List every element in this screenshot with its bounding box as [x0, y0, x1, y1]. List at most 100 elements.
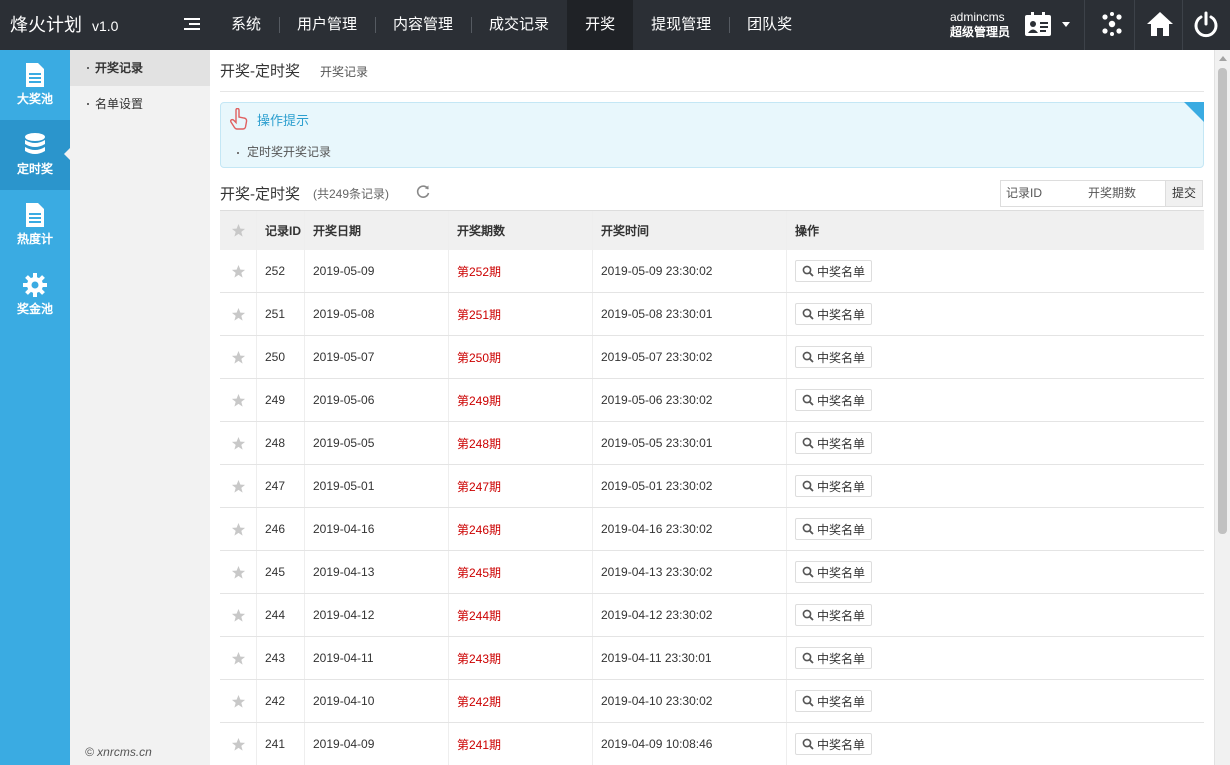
winner-list-button[interactable]: 中奖名单: [795, 647, 873, 669]
star-icon[interactable]: [231, 307, 246, 322]
table-row[interactable]: 248 2019-05-05 第248期 2019-05-05 23:30:01…: [220, 422, 1204, 465]
star-icon: [231, 223, 245, 237]
period-input[interactable]: 开奖期数: [1083, 181, 1165, 206]
nav-content-management[interactable]: 内容管理: [375, 0, 471, 50]
nav-transactions[interactable]: 成交记录: [471, 0, 567, 50]
table-row[interactable]: 249 2019-05-06 第249期 2019-05-06 23:30:02…: [220, 379, 1204, 422]
search-icon: [802, 566, 814, 578]
search-icon: [802, 695, 814, 707]
user-info[interactable]: admincms 超级管理员: [950, 10, 1010, 40]
winner-list-button[interactable]: 中奖名单: [795, 733, 873, 755]
gear-icon: [23, 273, 47, 297]
nav-user-management[interactable]: 用户管理: [279, 0, 375, 50]
winner-list-button[interactable]: 中奖名单: [795, 475, 873, 497]
search-bar: 记录ID 开奖期数 提交: [1000, 180, 1203, 207]
star-cell[interactable]: [220, 723, 257, 765]
star-icon[interactable]: [231, 737, 246, 752]
table-row[interactable]: 243 2019-04-11 第243期 2019-04-11 23:30:01…: [220, 637, 1204, 680]
star-cell[interactable]: [220, 594, 257, 636]
scroll-up-arrow[interactable]: [1219, 56, 1227, 61]
winner-list-button[interactable]: 中奖名单: [795, 389, 873, 411]
submit-button[interactable]: 提交: [1165, 181, 1202, 206]
table-row[interactable]: 251 2019-05-08 第251期 2019-05-08 23:30:01…: [220, 293, 1204, 336]
star-icon[interactable]: [231, 608, 246, 623]
winner-list-button[interactable]: 中奖名单: [795, 303, 873, 325]
cell-id: 249: [257, 379, 305, 421]
winner-list-button[interactable]: 中奖名单: [795, 561, 873, 583]
chevron-down-icon[interactable]: [1062, 22, 1070, 27]
search-icon: [802, 437, 814, 449]
table-header: 记录ID 开奖日期 开奖期数 开奖时间 操作: [220, 210, 1204, 250]
star-cell[interactable]: [220, 508, 257, 550]
winner-list-button[interactable]: 中奖名单: [795, 432, 873, 454]
nav-lottery[interactable]: 开奖: [567, 0, 634, 50]
star-cell[interactable]: [220, 551, 257, 593]
star-cell[interactable]: [220, 336, 257, 378]
table-row[interactable]: 242 2019-04-10 第242期 2019-04-10 23:30:02…: [220, 680, 1204, 723]
column-header-time[interactable]: 开奖时间: [593, 211, 787, 250]
nav-withdrawals[interactable]: 提现管理: [633, 0, 729, 50]
home-icon[interactable]: [1146, 10, 1174, 38]
table-row[interactable]: 250 2019-05-07 第250期 2019-05-07 23:30:02…: [220, 336, 1204, 379]
star-icon[interactable]: [231, 694, 246, 709]
table-row[interactable]: 244 2019-04-12 第244期 2019-04-12 23:30:02…: [220, 594, 1204, 637]
sidebar-item-bonus-pool[interactable]: 奖金池: [0, 260, 70, 330]
winner-list-button[interactable]: 中奖名单: [795, 346, 873, 368]
table-row[interactable]: 246 2019-04-16 第246期 2019-04-16 23:30:02…: [220, 508, 1204, 551]
star-cell[interactable]: [220, 293, 257, 335]
column-header-id[interactable]: 记录ID: [257, 211, 305, 250]
main-content: 开奖-定时奖 开奖记录 操作提示 定时奖开奖记录 开奖-定时奖 (共249条记录…: [210, 50, 1214, 765]
user-role: 超级管理员: [950, 25, 1011, 39]
nav-system[interactable]: 系统: [213, 0, 279, 50]
star-icon[interactable]: [231, 350, 246, 365]
top-nav: 系统 用户管理 内容管理 成交记录 开奖 提现管理 团队奖: [213, 0, 810, 50]
header-star-cell[interactable]: [220, 211, 257, 250]
column-header-period[interactable]: 开奖期数: [449, 211, 593, 250]
star-icon[interactable]: [231, 522, 246, 537]
star-cell[interactable]: [220, 465, 257, 507]
star-icon[interactable]: [231, 651, 246, 666]
tips-corner-fold[interactable]: [1184, 102, 1204, 122]
winner-list-button[interactable]: 中奖名单: [795, 260, 873, 282]
winner-list-button[interactable]: 中奖名单: [795, 518, 873, 540]
record-id-input[interactable]: 记录ID: [1001, 181, 1083, 206]
app-version: v1.0: [92, 18, 119, 34]
menu-toggle-icon[interactable]: [184, 18, 200, 32]
table-row[interactable]: 252 2019-05-09 第252期 2019-05-09 23:30:02…: [220, 250, 1204, 293]
table-row[interactable]: 245 2019-04-13 第245期 2019-04-13 23:30:02…: [220, 551, 1204, 594]
id-card-icon[interactable]: [1024, 11, 1052, 37]
list-header: 开奖-定时奖 (共249条记录) 记录ID 开奖期数 提交: [220, 178, 1204, 210]
scrollbar[interactable]: [1214, 50, 1230, 765]
nav-team-award[interactable]: 团队奖: [729, 0, 810, 50]
sidebar-item-heat-meter[interactable]: 热度计: [0, 190, 70, 260]
star-cell[interactable]: [220, 250, 257, 292]
power-icon[interactable]: [1192, 10, 1220, 38]
app-brand[interactable]: 烽火计划 v1.0: [10, 0, 118, 50]
star-cell[interactable]: [220, 680, 257, 722]
sidebar-item-label: 奖金池: [16, 302, 53, 316]
winner-list-button[interactable]: 中奖名单: [795, 604, 873, 626]
cell-date: 2019-04-09: [305, 723, 449, 765]
winner-list-button[interactable]: 中奖名单: [795, 690, 873, 712]
refresh-icon[interactable]: [416, 184, 430, 198]
sub-item-draw-records[interactable]: 开奖记录: [70, 50, 210, 86]
star-icon[interactable]: [231, 436, 246, 451]
star-icon[interactable]: [231, 565, 246, 580]
star-icon[interactable]: [231, 393, 246, 408]
network-icon[interactable]: [1098, 10, 1126, 38]
star-cell[interactable]: [220, 637, 257, 679]
star-cell[interactable]: [220, 422, 257, 464]
scrollbar-thumb[interactable]: [1218, 68, 1227, 534]
sub-item-list-settings[interactable]: 名单设置: [70, 86, 210, 122]
page-title: 开奖-定时奖: [220, 63, 300, 80]
sidebar-item-grand-prize[interactable]: 大奖池: [0, 50, 70, 120]
document-icon: [26, 63, 44, 87]
column-header-date[interactable]: 开奖日期: [305, 211, 449, 250]
cell-date: 2019-05-06: [305, 379, 449, 421]
star-icon[interactable]: [231, 264, 246, 279]
sidebar-item-timed-prize[interactable]: 定时奖: [0, 120, 70, 190]
table-row[interactable]: 247 2019-05-01 第247期 2019-05-01 23:30:02…: [220, 465, 1204, 508]
table-row[interactable]: 241 2019-04-09 第241期 2019-04-09 10:08:46…: [220, 723, 1204, 765]
star-icon[interactable]: [231, 479, 246, 494]
star-cell[interactable]: [220, 379, 257, 421]
